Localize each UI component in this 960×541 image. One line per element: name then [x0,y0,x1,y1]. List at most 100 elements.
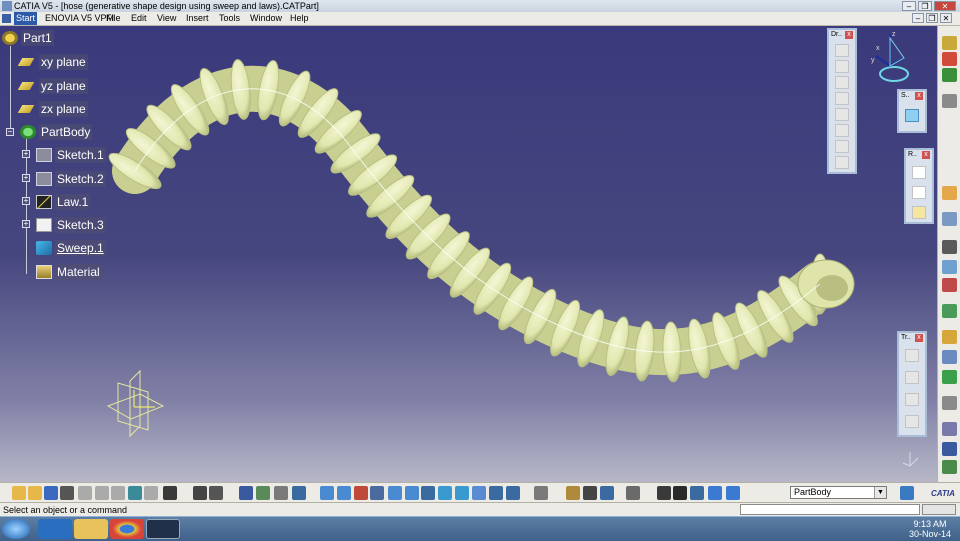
close-icon[interactable]: x [845,31,853,39]
sketcher-icon[interactable] [942,36,957,50]
tree-node-zx-plane[interactable]: zx plane [17,101,88,117]
toolbar-button[interactable] [690,486,704,500]
toolbar-button[interactable] [626,486,640,500]
toolbar-button[interactable] [193,486,207,500]
menu-edit[interactable]: Edit [129,12,149,25]
toolbar-button[interactable] [835,92,849,105]
command-button[interactable] [922,504,956,515]
doc-close-button[interactable]: ✕ [940,13,952,23]
toolbar-button[interactable] [163,486,177,500]
toolbar-button[interactable] [835,60,849,73]
explorer-taskbar-icon[interactable] [74,519,108,539]
toolbar-button[interactable] [95,486,109,500]
plane-button[interactable] [912,206,926,219]
tree-node-sketch3[interactable]: Sketch.3 [36,217,106,233]
toolbar-button[interactable] [905,109,919,122]
toolbar-button[interactable] [354,486,368,500]
tree-node-partbody[interactable]: PartBody [20,124,93,140]
gear-icon[interactable] [942,94,957,108]
tree-node-sweep1[interactable]: Sweep.1 [36,240,106,256]
tree-node-law1[interactable]: Law.1 [36,194,91,210]
toolbar-button[interactable] [274,486,288,500]
toolbar-button[interactable] [128,486,142,500]
toolbar-button[interactable] [239,486,253,500]
tool-icon[interactable] [942,350,957,364]
doc-minimize-button[interactable]: – [912,13,924,23]
restore-button[interactable]: ❐ [918,1,932,11]
tool-icon[interactable] [942,240,957,254]
tool-icon[interactable] [900,486,914,500]
close-icon[interactable]: x [922,151,930,159]
menu-insert[interactable]: Insert [184,12,211,25]
s-toolbar[interactable]: S.. x [897,89,927,133]
toolbar-button[interactable] [370,486,384,500]
outlook-taskbar-icon[interactable] [38,519,72,539]
menu-window[interactable]: Window [248,12,284,25]
toolbar-button[interactable] [388,486,402,500]
chrome-taskbar-icon[interactable] [110,519,144,539]
r-toolbar[interactable]: R.. x [904,148,934,224]
toolbar-button[interactable] [835,108,849,121]
toolbar-button[interactable] [256,486,270,500]
tree-node-part1[interactable]: Part1 [2,30,54,46]
toolbar-button[interactable] [78,486,92,500]
catia-taskbar-icon[interactable] [146,519,180,539]
toolbar-button[interactable] [438,486,452,500]
toolbar-button[interactable] [405,486,419,500]
body-selector-dropdown[interactable]: PartBody ▼ [790,486,887,499]
close-icon[interactable]: x [915,92,923,100]
menu-view[interactable]: View [155,12,178,25]
sketch2-expand-toggle[interactable]: + [22,174,30,182]
toolbar-button[interactable] [489,486,503,500]
toolbar-button[interactable] [28,486,42,500]
menu-start[interactable]: Start [14,12,38,25]
select-icon[interactable] [942,186,957,200]
system-tray[interactable] [850,525,900,535]
clock[interactable]: 9:13 AM 30-Nov-14 [905,519,955,539]
toolbar-button[interactable] [583,486,597,500]
tree-node-sketch2[interactable]: Sketch.2 [36,171,106,187]
toolbar-button[interactable] [337,486,351,500]
sketch1-expand-toggle[interactable]: + [22,150,30,158]
tool-icon[interactable] [942,442,957,456]
toolbar-button[interactable] [905,393,919,406]
toolbar-button[interactable] [111,486,125,500]
tool-icon[interactable] [942,370,957,384]
point-button[interactable] [912,166,926,179]
menu-file[interactable]: File [104,12,123,25]
toolbar-button[interactable] [506,486,520,500]
toolbar-button[interactable] [708,486,722,500]
hose-model[interactable] [0,26,937,482]
tool-icon[interactable] [942,330,957,344]
compass[interactable]: x y z [864,28,924,88]
drafting-toolbar[interactable]: Dr.. x [827,28,857,174]
tool-icon[interactable] [942,304,957,318]
law1-expand-toggle[interactable]: + [22,197,30,205]
partbody-collapse-toggle[interactable]: − [6,128,14,136]
tool-icon[interactable] [942,422,957,436]
tree-node-yz-plane[interactable]: yz plane [17,78,88,94]
tool-icon[interactable] [942,278,957,292]
axis-system-icon[interactable] [106,369,165,438]
toolbar-button[interactable] [472,486,486,500]
toolbar-button[interactable] [566,486,580,500]
toolbar-button[interactable] [60,486,74,500]
toolbar-button[interactable] [835,76,849,89]
toolbar-button[interactable] [673,486,687,500]
3d-viewport[interactable]: Part1 xy plane yz plane zx plane − PartB… [0,26,937,482]
workbench-icon[interactable] [942,52,957,66]
toolbar-button[interactable] [835,124,849,137]
toolbar-button[interactable] [455,486,469,500]
tool-icon[interactable] [942,460,957,474]
toolbar-button[interactable] [835,140,849,153]
start-button[interactable] [2,519,30,539]
sketch3-expand-toggle[interactable]: + [22,220,30,228]
toolbar-button[interactable] [534,486,548,500]
menu-help[interactable]: Help [288,12,311,25]
toolbar-button[interactable] [905,349,919,362]
doc-restore-button[interactable]: ❐ [926,13,938,23]
tree-node-sketch1[interactable]: Sketch.1 [36,147,106,163]
toolbar-button[interactable] [835,44,849,57]
transformations-toolbar[interactable]: Tr.. x [897,331,927,437]
tool-icon[interactable] [942,260,957,274]
